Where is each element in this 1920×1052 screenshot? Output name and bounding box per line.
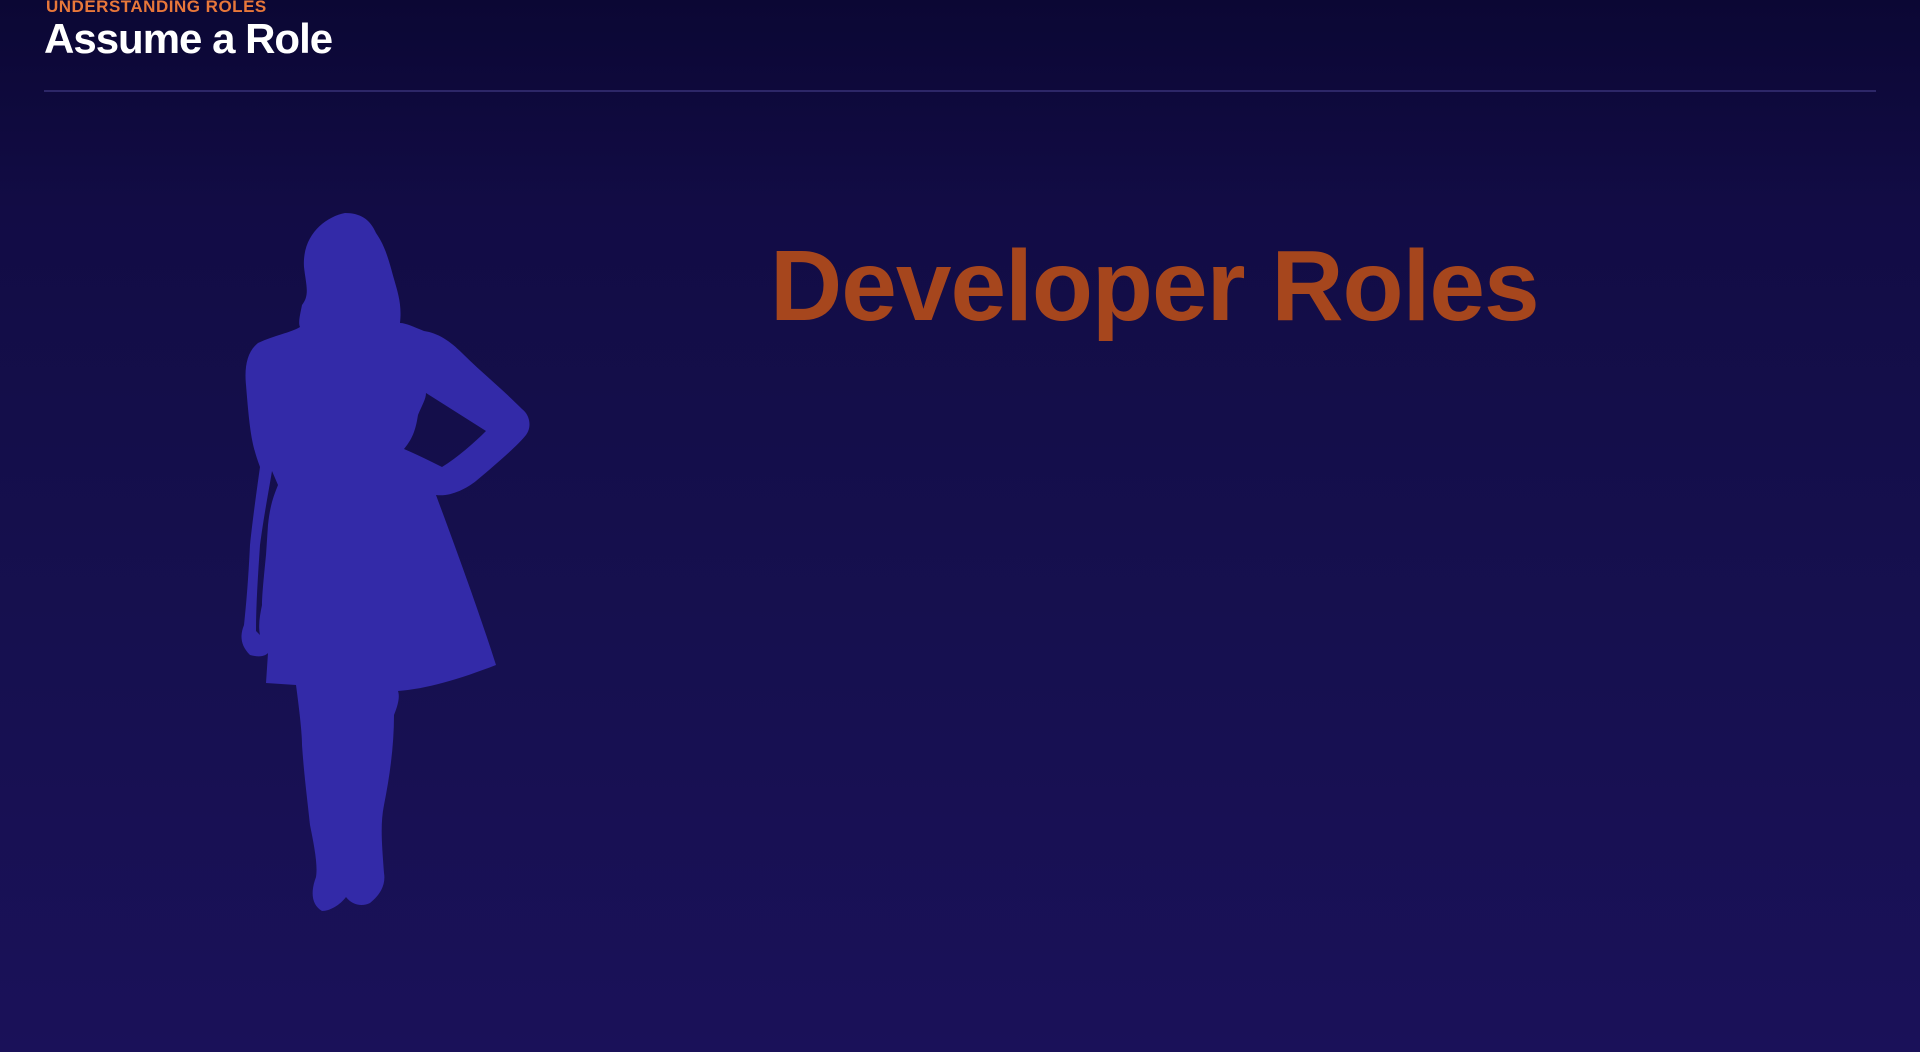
page-title: Assume a Role — [44, 15, 333, 62]
section-eyebrow: UNDERSTANDING ROLES — [46, 0, 267, 16]
header-divider — [44, 90, 1876, 92]
slide-header: UNDERSTANDING ROLES Assume a Role — [44, 0, 1876, 94]
role-heading: Developer Roles — [770, 230, 1540, 342]
woman-silhouette-icon — [230, 205, 550, 945]
